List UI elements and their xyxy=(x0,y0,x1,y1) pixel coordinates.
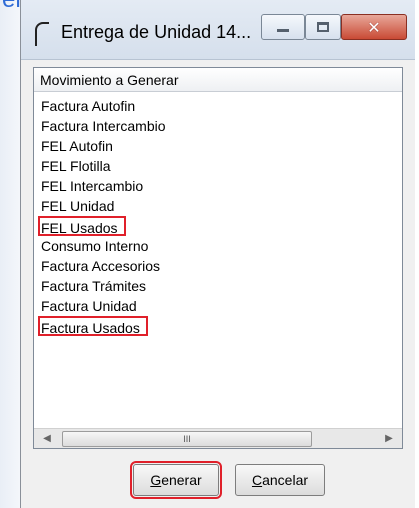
window-title: Entrega de Unidad 14... xyxy=(61,22,252,42)
list-item-label: Consumo Interno xyxy=(41,238,149,254)
list-item[interactable]: Consumo Interno xyxy=(38,236,402,256)
cancelar-button[interactable]: Cancelar xyxy=(235,464,325,496)
horizontal-scrollbar[interactable]: ◀ III ▶ xyxy=(34,428,402,448)
app-icon xyxy=(35,22,49,46)
cancelar-accesskey: C xyxy=(251,472,263,488)
maximize-icon xyxy=(317,22,329,32)
generar-label: enerar xyxy=(161,472,202,488)
close-button[interactable]: ✕ xyxy=(341,14,407,40)
list-item-label: Factura Unidad xyxy=(41,298,137,314)
minimize-button[interactable] xyxy=(261,14,305,40)
scroll-left-icon[interactable]: ◀ xyxy=(38,431,56,447)
list-item-label: FEL Usados xyxy=(41,220,118,236)
list-item[interactable]: Factura Unidad xyxy=(38,296,402,316)
list-item-label: Factura Accesorios xyxy=(41,258,161,274)
generar-accesskey: G xyxy=(150,472,162,488)
close-icon: ✕ xyxy=(367,17,381,37)
minimize-icon xyxy=(277,28,289,32)
list-item-label: Factura Autofin xyxy=(41,98,136,114)
list-item-label: FEL Flotilla xyxy=(41,158,111,174)
generar-button[interactable]: Generar xyxy=(130,461,222,499)
list-item[interactable]: FEL Usados xyxy=(38,216,126,236)
list-item-label: FEL Autofin xyxy=(41,138,113,154)
list-item[interactable]: FEL Unidad xyxy=(38,196,402,216)
list-item[interactable]: Factura Accesorios xyxy=(38,256,402,276)
list-header: Movimiento a Generar xyxy=(34,68,402,92)
list-item-label: Factura Trámites xyxy=(41,278,147,294)
cancelar-label: ancelar xyxy=(262,472,309,488)
scroll-right-icon[interactable]: ▶ xyxy=(380,431,398,447)
list-item-label: FEL Intercambio xyxy=(41,178,144,194)
list-item-label: FEL Unidad xyxy=(41,198,115,214)
list-item-label: Factura Intercambio xyxy=(41,118,166,134)
list-item[interactable]: Factura Usados xyxy=(38,316,148,336)
list-item[interactable]: FEL Autofin xyxy=(38,136,402,156)
list-item[interactable]: Factura Trámites xyxy=(38,276,402,296)
list-item[interactable]: Factura Intercambio xyxy=(38,116,402,136)
list-item-label: Factura Usados xyxy=(41,320,140,336)
maximize-button[interactable] xyxy=(305,14,341,40)
dialog-window: Entrega de Unidad 14... ✕ Movimiento a G… xyxy=(20,0,415,508)
movement-listbox[interactable]: Movimiento a Generar Factura Autofin Fact… xyxy=(33,67,403,449)
list-item[interactable]: Factura Autofin xyxy=(38,96,402,116)
scrollbar-thumb[interactable]: III xyxy=(62,431,312,447)
list-item[interactable]: FEL Flotilla xyxy=(38,156,402,176)
list-item[interactable]: FEL Intercambio xyxy=(38,176,402,196)
list-items: Factura Autofin Factura Intercambio FEL Au… xyxy=(34,92,402,336)
title-bar[interactable]: Entrega de Unidad 14... ✕ xyxy=(21,0,415,60)
